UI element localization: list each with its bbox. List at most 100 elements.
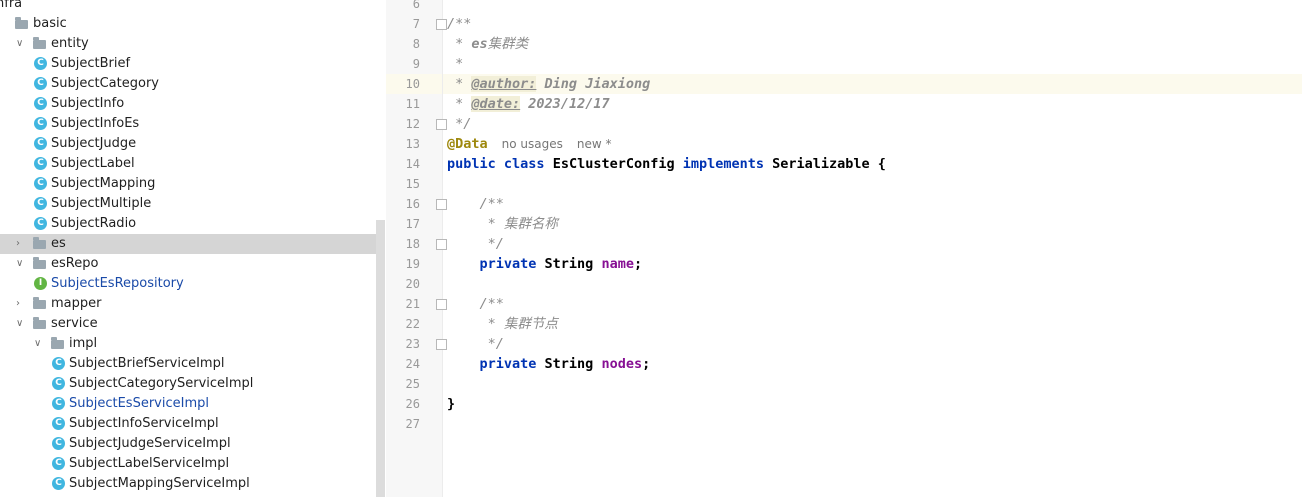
chevron-right-icon[interactable]: › (16, 234, 26, 254)
code-line[interactable]: /** (443, 294, 1302, 314)
tree-item-subjectjudge[interactable]: C SubjectJudge (0, 134, 385, 154)
tree-item-subjectradio[interactable]: C SubjectRadio (0, 214, 385, 234)
tree-item-basic[interactable]: basic (0, 14, 385, 34)
folder-icon (33, 237, 46, 249)
code-line[interactable]: public class EsClusterConfig implements … (443, 154, 1302, 174)
code-token: 集群类 (487, 36, 529, 52)
code-line[interactable]: * 集群节点 (443, 314, 1302, 334)
code-line[interactable] (443, 0, 1302, 14)
class-icon: C (52, 377, 65, 390)
code-line[interactable]: /** (443, 14, 1302, 34)
code-line[interactable]: /** (443, 194, 1302, 214)
code-token: Serializable { (772, 156, 886, 172)
code-line[interactable]: * (443, 54, 1302, 74)
code-line[interactable]: @Data no usages new * (443, 134, 1302, 154)
code-token: */ (447, 116, 472, 132)
tree-item-subjectlabelserviceimpl[interactable]: C SubjectLabelServiceImpl (0, 454, 385, 474)
line-number: 27 (405, 417, 420, 431)
tree-item-label: SubjectBriefServiceImpl (69, 356, 225, 371)
class-icon: C (34, 117, 47, 130)
code-line[interactable] (443, 414, 1302, 434)
tree-item-subjectjudgeserviceimpl[interactable]: C SubjectJudgeServiceImpl (0, 434, 385, 454)
class-icon: C (52, 477, 65, 490)
folder-icon (33, 37, 46, 49)
code-token: * (447, 96, 472, 112)
tree-item-subjectinfoes[interactable]: C SubjectInfoEs (0, 114, 385, 134)
code-line[interactable]: */ (443, 334, 1302, 354)
tree-item-label: service (51, 316, 98, 331)
interface-icon: I (34, 277, 47, 290)
tree-item-subjectcategoryserviceimpl[interactable]: C SubjectCategoryServiceImpl (0, 374, 385, 394)
code-line[interactable]: private String nodes; (443, 354, 1302, 374)
tree-item-label: SubjectEsServiceImpl (69, 396, 209, 411)
chevron-right-icon[interactable]: › (16, 294, 26, 314)
code-line[interactable] (443, 174, 1302, 194)
tree-item-subjectcategory[interactable]: C SubjectCategory (0, 74, 385, 94)
tree-item-service[interactable]: ∨ service (0, 314, 385, 334)
tree-item-esrepo[interactable]: ∨ esRepo (0, 254, 385, 274)
class-icon: C (52, 397, 65, 410)
tree-item-label: SubjectMapping (51, 176, 156, 191)
inlay-hint[interactable]: new * (577, 137, 612, 151)
tree-item-subjectbriefserviceimpl[interactable]: C SubjectBriefServiceImpl (0, 354, 385, 374)
tree-item-impl[interactable]: ∨ impl (0, 334, 385, 354)
tree-item-subjectinfo[interactable]: C SubjectInfo (0, 94, 385, 114)
class-icon: C (34, 217, 47, 230)
code-token: 2023/12/17 (520, 96, 610, 112)
tree-item-subjectmapping[interactable]: C SubjectMapping (0, 174, 385, 194)
tree-item-label: mapper (51, 296, 102, 311)
tree-item-subjectesrepository[interactable]: I SubjectEsRepository (0, 274, 385, 294)
tree-item-subjectinfoserviceimpl[interactable]: C SubjectInfoServiceImpl (0, 414, 385, 434)
code-line[interactable]: * 集群名称 (443, 214, 1302, 234)
project-tree[interactable]: nfra basic ∨ entity C SubjectBrief C SubjectCat… (0, 0, 385, 497)
code-editor[interactable]: 6 7 8 9 10 11 12 13 14 15 16 17 18 19 20 21 22 23 24 25 26 27… (386, 0, 1302, 497)
tree-item-mapper[interactable]: › mapper (0, 294, 385, 314)
tree-item-subjectlabel[interactable]: C SubjectLabel (0, 154, 385, 174)
code-line[interactable] (443, 274, 1302, 294)
tree-item-subjectbrief[interactable]: C SubjectBrief (0, 54, 385, 74)
line-gutter: 6 7 8 9 10 11 12 13 14 15 16 17 18 19 20 21 22 23 24 25 26 27 (386, 0, 447, 497)
tree-item-label: SubjectLabelServiceImpl (69, 456, 230, 471)
tree-item-es[interactable]: › es (0, 234, 385, 254)
code-line[interactable]: * @author: Ding Jiaxiong (443, 74, 1302, 94)
line-number: 7 (412, 17, 420, 31)
tree-item-subjectmappingserviceimpl[interactable]: C SubjectMappingServiceImpl (0, 474, 385, 494)
tree-item-label: SubjectCategory (51, 76, 159, 91)
code-line[interactable] (443, 374, 1302, 394)
code-token: private (447, 256, 545, 272)
tree-item-label: SubjectJudgeServiceImpl (69, 436, 231, 451)
tree-item-nfra[interactable]: nfra (0, 0, 385, 14)
code-line[interactable]: private String name; (443, 254, 1302, 274)
class-icon: C (34, 57, 47, 70)
code-line[interactable]: * @date: 2023/12/17 (443, 94, 1302, 114)
tree-item-label: SubjectInfo (51, 96, 125, 111)
code-token: Ding Jiaxiong (536, 76, 651, 92)
code-token: EsClusterConfig (552, 156, 683, 172)
tree-item-subjectmultiple[interactable]: C SubjectMultiple (0, 194, 385, 214)
code-line[interactable]: */ (443, 234, 1302, 254)
chevron-down-icon[interactable]: ∨ (34, 334, 44, 354)
code-line[interactable]: } (443, 394, 1302, 414)
code-token: es (471, 36, 488, 52)
code-token: /** (447, 196, 504, 212)
tree-item-subjectesserviceimpl[interactable]: C SubjectEsServiceImpl (0, 394, 385, 414)
tree-item-entity[interactable]: ∨ entity (0, 34, 385, 54)
chevron-down-icon[interactable]: ∨ (16, 34, 26, 54)
line-number: 21 (405, 297, 420, 311)
tree-item-label: SubjectInfoEs (51, 116, 140, 131)
code-token: /** (447, 296, 504, 312)
inlay-hint[interactable]: no usages (502, 137, 563, 151)
chevron-down-icon[interactable]: ∨ (16, 254, 26, 274)
class-icon: C (34, 137, 47, 150)
line-number: 14 (405, 157, 420, 171)
code-line[interactable]: * es集群类 (443, 34, 1302, 54)
code-token: name (601, 256, 634, 272)
tree-scrollbar[interactable] (376, 220, 385, 497)
chevron-down-icon[interactable]: ∨ (16, 314, 26, 334)
line-number: 16 (405, 197, 420, 211)
tree-item-label: esRepo (51, 256, 99, 271)
code-line[interactable]: */ (443, 114, 1302, 134)
code-token: implements (682, 156, 773, 172)
code-token: */ (447, 236, 504, 252)
line-number: 12 (405, 117, 420, 131)
